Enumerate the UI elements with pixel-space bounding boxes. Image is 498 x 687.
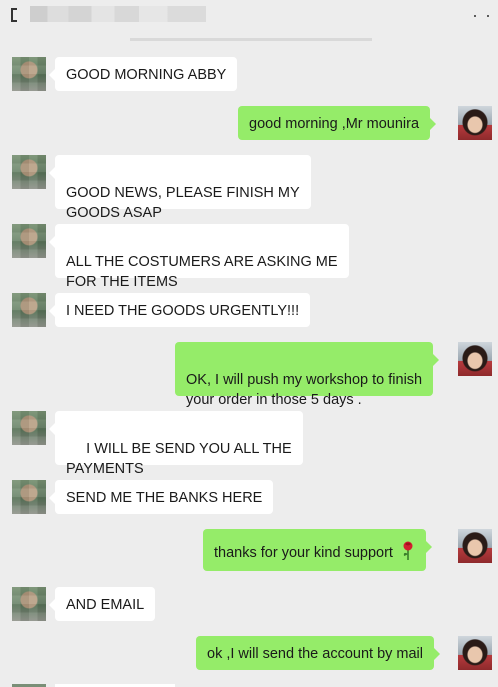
avatar[interactable] — [12, 411, 46, 445]
incoming-message-bubble[interactable]: I NEED THE GOODS URGENTLY!!! — [48, 293, 311, 327]
avatar[interactable] — [458, 529, 492, 563]
message-text: OK, I will push my workshop to finish yo… — [186, 372, 423, 408]
avatar[interactable] — [12, 480, 46, 514]
avatar[interactable] — [12, 155, 46, 189]
message-text: good morning ,Mr mounira — [249, 116, 420, 132]
message-text: AND EMAIL — [66, 597, 145, 613]
contact-name-redacted — [30, 6, 206, 22]
incoming-message-bubble[interactable]: I WILL BE SEND YOU ALL THE PAYMENTS — [49, 411, 303, 477]
avatar[interactable] — [12, 57, 46, 91]
avatar[interactable] — [12, 587, 46, 621]
message-text: I WILL BE SEND YOU ALL THE PAYMENTS — [66, 441, 292, 477]
message-text: GOOD NEWS, PLEASE FINISH MY GOODS ASAP — [66, 185, 300, 221]
message-text: thanks for your kind support — [214, 545, 393, 561]
more-horizontal-icon[interactable]: · · — [472, 6, 492, 24]
incoming-message-bubble[interactable]: GOOD MORNING ABBY — [48, 57, 238, 91]
avatar[interactable] — [458, 342, 492, 376]
avatar[interactable] — [458, 106, 492, 140]
avatar[interactable] — [458, 636, 492, 670]
message-text: GOOD MORNING ABBY — [66, 67, 227, 83]
incoming-message-bubble[interactable]: GOOD NEWS, PLEASE FINISH MY GOODS ASAP — [49, 155, 311, 221]
outgoing-message-bubble[interactable]: good morning ,Mr mounira — [238, 106, 437, 140]
avatar[interactable] — [12, 224, 46, 258]
outgoing-message-bubble[interactable]: OK, I will push my workshop to finish yo… — [175, 342, 440, 408]
header-divider — [130, 38, 372, 41]
incoming-message-bubble[interactable]: ALL THE COSTUMERS ARE ASKING ME FOR THE … — [49, 224, 349, 290]
incoming-message-bubble[interactable]: AND EMAIL — [48, 587, 156, 621]
message-text: ALL THE COSTUMERS ARE ASKING ME FOR THE … — [66, 254, 338, 290]
chevron-left-icon[interactable] — [11, 8, 17, 22]
outgoing-message-bubble[interactable]: ok ,I will send the account by mail — [196, 636, 440, 670]
incoming-message-bubble[interactable]: SEND ME THE BANKS HERE — [48, 480, 274, 514]
chat-header: · · — [0, 0, 498, 40]
outgoing-message-bubble[interactable]: thanks for your kind support — [203, 529, 432, 571]
rose-icon — [401, 540, 415, 566]
message-text: I NEED THE GOODS URGENTLY!!! — [66, 303, 300, 319]
message-text: SEND ME THE BANKS HERE — [66, 490, 263, 506]
avatar[interactable] — [12, 293, 46, 327]
message-text: ok ,I will send the account by mail — [207, 646, 423, 662]
